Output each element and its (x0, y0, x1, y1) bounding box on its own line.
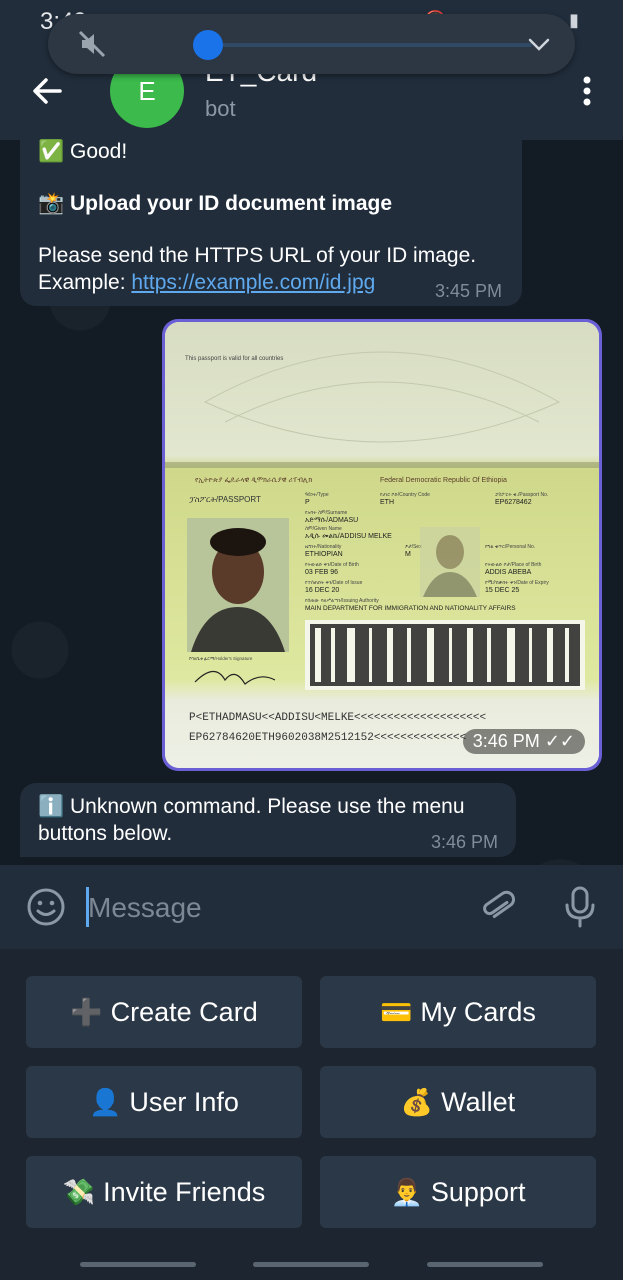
passport-field-value: ETH (380, 499, 394, 506)
passport-field-label: ፆታ/Sex (405, 544, 422, 550)
bot-keyboard: ➕ Create Card 💳 My Cards 👤 User Info 💰 Walle… (0, 949, 623, 1280)
passport-top-text: This passport is valid for all countries (185, 356, 283, 362)
passport-field-label: ስም/Given Name (305, 526, 342, 532)
passport-field-label: የትውልድ ቦታ/Place of Birth (485, 562, 542, 568)
more-vert-icon[interactable] (581, 76, 593, 106)
passport-field-label: ዓይነት/Type (305, 492, 329, 498)
passport-field-value: EP6278462 (495, 499, 532, 506)
nav-handle (80, 1262, 196, 1267)
passport-field-label: የትውልድ ቀን/Date of Birth (305, 562, 359, 568)
chevron-down-icon[interactable] (525, 30, 553, 58)
support-button[interactable]: 👨‍💼 Support (320, 1156, 596, 1228)
signature-label: የባለቤቱ ፊርማ/Holder's Signature (189, 656, 253, 661)
passport-field-value: M (405, 551, 411, 558)
text-cursor (86, 887, 89, 927)
wallet-button[interactable]: 💰 Wallet (320, 1066, 596, 1138)
message-line: ✅ Good! (38, 140, 128, 163)
invite-friends-button[interactable]: 💸 Invite Friends (26, 1156, 302, 1228)
passport-field-value: P (305, 499, 310, 506)
message-time: 3:46 PM (430, 832, 498, 852)
chat-subtitle: bot (205, 96, 236, 121)
avatar-letter: E (138, 75, 156, 106)
passport-field-label: የሚያበቃበት ቀን/Date of Expiry (485, 580, 549, 586)
example-prefix: Example: (38, 271, 132, 294)
message-time: 3:45 PM (434, 281, 502, 301)
holder-portrait (187, 518, 289, 652)
message-input[interactable] (86, 885, 450, 931)
passport-field-value: ADDIS ABEBA (485, 569, 532, 576)
passport-field-label: የግል ቁጥር/Personal No. (485, 544, 535, 550)
passport-field-value: ETHIOPIAN (305, 551, 343, 558)
button-label: User Info (129, 1086, 239, 1117)
microphone-icon[interactable] (562, 885, 598, 929)
message-line: 📸 Upload your ID document image (38, 192, 393, 215)
passport-field-value: 15 DEC 25 (485, 587, 519, 594)
passport-field-value: 16 DEC 20 (305, 587, 339, 594)
button-label: Invite Friends (103, 1176, 266, 1207)
message-line: ℹ️ Unknown command. Please use the menu (38, 795, 465, 818)
my-cards-button[interactable]: 💳 My Cards (320, 976, 596, 1048)
passport-field-label: የሀገር ኮድ/Country Code (380, 492, 430, 498)
message-line: buttons below. (38, 822, 173, 845)
volume-muted-icon[interactable] (76, 28, 108, 60)
mrz-line-2: EP62784620ETH9602038M2512152<<<<<<<<<<<<… (189, 732, 466, 744)
example-link[interactable]: https://example.com/id.jpg (131, 271, 375, 294)
passport-header-amharic: የኢትዮጵያ ፌዴራላዊ ዲሞክራሲያዊ ሪፐብሊክ (195, 477, 312, 484)
message-line: Please send the HTTPS URL of your ID ima… (38, 244, 477, 267)
user-silhouette-icon: 👤 (89, 1086, 122, 1117)
passport-field-label: የአባት ስም/Surname (305, 510, 348, 516)
volume-track[interactable] (194, 43, 532, 47)
message-bubble-incoming[interactable]: ✅ Good! 📸 Upload your ID document image … (20, 128, 522, 306)
office-worker-icon: 👨‍💼 (390, 1176, 423, 1207)
volume-panel[interactable] (48, 14, 575, 74)
nav-handle (427, 1262, 543, 1267)
button-label: My Cards (420, 996, 536, 1027)
photo-time-badge: 3:46 PM ✓✓ (462, 729, 585, 754)
ghost-portrait (420, 527, 480, 597)
passport-field-label: ዜግነት/Nationality (305, 544, 342, 550)
passport-photo[interactable]: This passport is valid for all countries… (165, 322, 599, 768)
passport-field-label: ፓስፖርት ቁ./Passport No. (495, 492, 548, 498)
button-label: Wallet (441, 1086, 516, 1117)
user-info-button[interactable]: 👤 User Info (26, 1066, 302, 1138)
barcode (305, 620, 585, 690)
nav-handle (253, 1262, 369, 1267)
passport-doc-label: ፓስፖርት/PASSPORT (189, 495, 261, 504)
photo-message[interactable]: This passport is valid for all countries… (162, 319, 602, 771)
message-line: Example: https://example.com/id.jpg (38, 269, 375, 296)
chat-header: 3:49 ▣ ◉ ⓕ • 🔕 ▮ ◔ ▲ ▮ E ET_Card bot (0, 0, 623, 140)
passport-image: This passport is valid for all countries… (165, 322, 599, 768)
button-label: Support (430, 1176, 526, 1207)
passport-header-en: Federal Democratic Republic Of Ethiopia (380, 477, 507, 484)
mrz-line-1: P<ETHADMASU<<ADDISU<MELKE<<<<<<<<<<<<<<<… (189, 712, 486, 724)
message-time: 3:46 PM (472, 731, 540, 751)
button-label: Create Card (110, 996, 258, 1027)
read-ticks-icon: ✓✓ (544, 731, 575, 751)
back-arrow-icon[interactable] (30, 74, 64, 108)
message-bubble-incoming[interactable]: ℹ️ Unknown command. Please use the menu … (20, 783, 516, 857)
plus-icon: ➕ (70, 996, 103, 1027)
passport-field-label: የተሰጠበት ቀን/Date of Issue (305, 580, 363, 586)
message-composer (0, 865, 623, 949)
create-card-button[interactable]: ➕ Create Card (26, 976, 302, 1048)
passport-field-value: አዲሱ መልኬ/ADDISU MELKE (305, 533, 392, 540)
money-bag-icon: 💰 (400, 1086, 434, 1117)
passport-field-value: 03 FEB 96 (305, 569, 338, 576)
passport-field-value: MAIN DEPARTMENT FOR IMMIGRATION AND NATI… (305, 605, 516, 612)
paperclip-icon[interactable] (478, 887, 518, 927)
credit-card-icon: 💳 (380, 996, 413, 1027)
passport-field-value: አድማሱ/ADMASU (305, 517, 358, 524)
emoji-icon[interactable] (26, 887, 66, 927)
volume-slider-thumb[interactable] (192, 30, 223, 60)
money-wings-icon: 💸 (62, 1176, 96, 1207)
passport-field-label: የሰጠው ባለሥልጣን/Issuing Authority (305, 598, 379, 604)
